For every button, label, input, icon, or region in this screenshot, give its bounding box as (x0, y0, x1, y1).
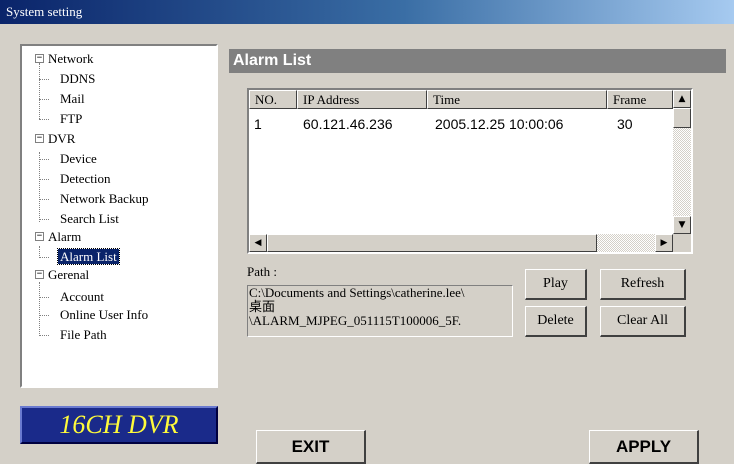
tree-label: Gerenal (48, 267, 90, 282)
tree-label: Alarm List (57, 248, 120, 265)
tree-label: Device (60, 151, 97, 166)
tree-label: Detection (60, 171, 111, 186)
tree-group-network[interactable]: Network (48, 51, 94, 67)
play-button[interactable]: Play (525, 269, 587, 300)
column-header-ip[interactable]: IP Address (297, 90, 427, 109)
tree-connector (39, 63, 40, 119)
tree-label: Alarm (48, 229, 82, 244)
brand-text: 16CH DVR (59, 410, 179, 439)
tree-connector (39, 79, 49, 80)
scroll-right-icon[interactable]: ▶ (655, 234, 673, 252)
tree-item-detection[interactable]: Detection (60, 171, 111, 187)
tree-item-search-list[interactable]: Search List (60, 211, 119, 227)
tree-label: Network Backup (60, 191, 149, 206)
horizontal-scroll-thumb[interactable] (267, 234, 597, 252)
tree-item-online-user-info[interactable]: Online User Info (60, 307, 148, 323)
path-line: C:\Documents and Settings\catherine.lee\ (249, 285, 465, 300)
tree-connector (39, 199, 49, 200)
collapse-general-icon[interactable]: − (35, 270, 44, 279)
tree-label: Mail (60, 91, 85, 106)
delete-button[interactable]: Delete (525, 306, 587, 337)
tree-connector (39, 179, 49, 180)
brand-logo: 16CH DVR (20, 406, 218, 444)
tree-item-device[interactable]: Device (60, 151, 97, 167)
path-display: C:\Documents and Settings\catherine.lee\… (247, 285, 513, 337)
tree-connector (39, 159, 49, 160)
clear-all-button[interactable]: Clear All (600, 306, 686, 337)
tree-label: DVR (48, 131, 76, 146)
path-line: 桌面 (249, 299, 276, 314)
path-line: \ALARM_MJPEG_051115T100006_5F. (249, 313, 462, 328)
tree-connector (39, 99, 49, 100)
tree-connector (39, 152, 40, 222)
vertical-scrollbar[interactable]: ▲ ▼ (673, 90, 691, 234)
window-titlebar: System setting (0, 0, 734, 24)
alarm-list-table[interactable]: NO. IP Address Time Frame 1 60.121.46.23… (247, 88, 693, 254)
collapse-network-icon[interactable]: − (35, 54, 44, 63)
window-title: System setting (6, 4, 83, 19)
apply-button[interactable]: APPLY (589, 430, 699, 464)
tree-connector (39, 335, 49, 336)
tree-group-dvr[interactable]: DVR (48, 131, 75, 147)
tree-label: Online User Info (60, 307, 149, 322)
cell-ip: 60.121.46.236 (303, 116, 393, 132)
column-header-frame[interactable]: Frame (607, 90, 673, 109)
tree-item-ftp[interactable]: FTP (60, 111, 82, 127)
tree-item-ddns[interactable]: DDNS (60, 71, 95, 87)
refresh-button[interactable]: Refresh (600, 269, 686, 300)
tree-group-general[interactable]: Gerenal (48, 267, 89, 283)
tree-item-account[interactable]: Account (60, 289, 104, 305)
tree-label: File Path (60, 327, 107, 342)
tree-item-file-path[interactable]: File Path (60, 327, 107, 343)
tree-item-alarm-list[interactable]: Alarm List (57, 248, 120, 265)
settings-tree[interactable]: − Network DDNS Mail FTP − DVR Device Det… (20, 44, 218, 388)
tree-connector (39, 219, 49, 220)
tree-connector (39, 315, 49, 316)
collapse-alarm-icon[interactable]: − (35, 232, 44, 241)
column-header-no[interactable]: NO. (249, 90, 297, 109)
horizontal-scrollbar[interactable]: ◀ ▶ (249, 234, 673, 252)
tree-item-network-backup[interactable]: Network Backup (60, 191, 148, 207)
tree-label: Network (48, 51, 94, 66)
column-header-time[interactable]: Time (427, 90, 607, 109)
tree-label: Account (60, 289, 105, 304)
tree-label: DDNS (60, 71, 96, 86)
tree-connector (39, 119, 49, 120)
tree-group-alarm[interactable]: Alarm (48, 229, 81, 245)
scroll-down-icon[interactable]: ▼ (673, 216, 691, 234)
tree-connector (39, 282, 40, 336)
tree-label: FTP (60, 111, 83, 126)
cell-frame: 30 (617, 116, 633, 132)
panel-title-text: Alarm List (233, 52, 312, 69)
cell-no: 1 (254, 116, 262, 132)
panel-title: Alarm List (229, 49, 726, 73)
tree-connector (39, 297, 49, 298)
cell-time: 2005.12.25 10:00:06 (435, 116, 564, 132)
tree-label: Search List (60, 211, 119, 226)
exit-button[interactable]: EXIT (256, 430, 366, 464)
vertical-scroll-thumb[interactable] (673, 108, 691, 128)
tree-connector (39, 257, 49, 258)
path-label: Path : (247, 264, 277, 279)
tree-item-mail[interactable]: Mail (60, 91, 85, 107)
scroll-corner (673, 234, 691, 252)
scroll-up-icon[interactable]: ▲ (673, 90, 691, 108)
scroll-left-icon[interactable]: ◀ (249, 234, 267, 252)
collapse-dvr-icon[interactable]: − (35, 134, 44, 143)
